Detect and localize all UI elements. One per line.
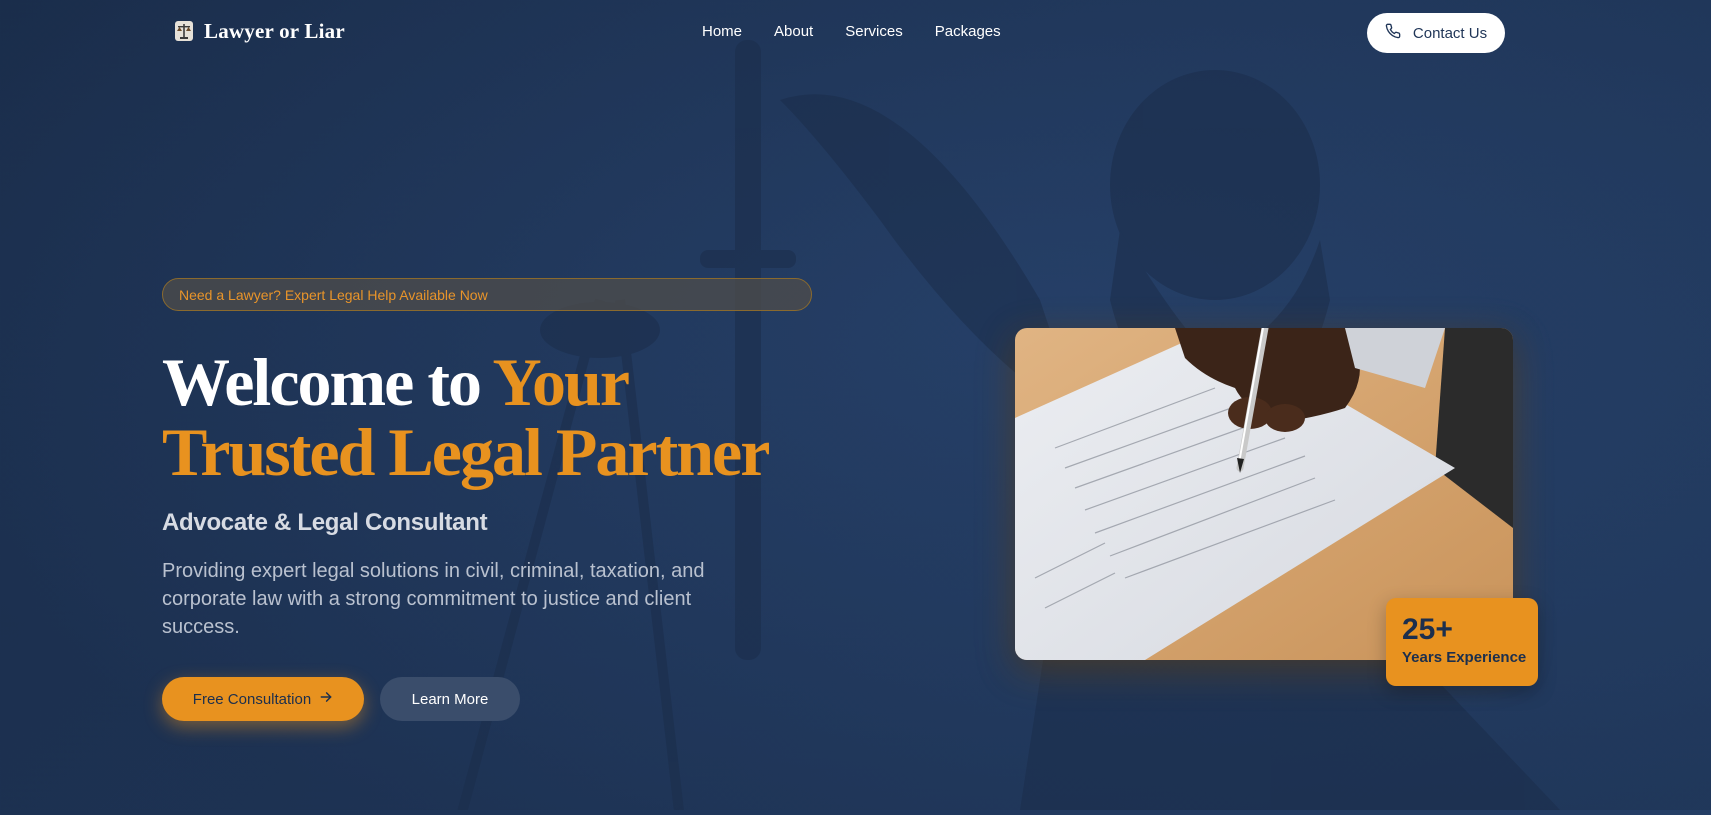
brand[interactable]: Lawyer or Liar bbox=[172, 18, 345, 44]
learn-more-label: Learn More bbox=[411, 690, 489, 708]
phone-icon bbox=[1385, 23, 1401, 43]
headline-your: Your bbox=[492, 344, 630, 420]
help-available-badge: Need a Lawyer? Expert Legal Help Availab… bbox=[162, 278, 812, 311]
hero-headline: Welcome to Your Trusted Legal Partner bbox=[162, 347, 822, 487]
learn-more-button[interactable]: Learn More bbox=[380, 677, 520, 721]
nav-item-packages[interactable]: Packages bbox=[935, 23, 1001, 40]
free-consultation-button[interactable]: Free Consultation bbox=[162, 677, 364, 721]
help-available-text: Need a Lawyer? Expert Legal Help Availab… bbox=[179, 286, 488, 303]
contact-us-button[interactable]: Contact Us bbox=[1367, 13, 1505, 53]
hero-content: Need a Lawyer? Expert Legal Help Availab… bbox=[162, 278, 822, 721]
experience-stat-badge: 25+ Years Experience bbox=[1386, 598, 1538, 686]
headline-trusted-legal-partner: Trusted Legal Partner bbox=[162, 414, 770, 490]
nav-item-services[interactable]: Services bbox=[845, 23, 903, 40]
headline-welcome: Welcome to bbox=[162, 344, 493, 420]
brand-name: Lawyer or Liar bbox=[204, 18, 345, 43]
top-navigation: Lawyer or Liar Home About Services Packa… bbox=[0, 0, 1711, 66]
main-menu: Home About Services Packages bbox=[702, 23, 1001, 40]
nav-item-about[interactable]: About bbox=[774, 23, 813, 40]
nav-item-home[interactable]: Home bbox=[702, 23, 742, 40]
hero-description: Providing expert legal solutions in civi… bbox=[162, 560, 705, 638]
contact-us-label: Contact Us bbox=[1412, 24, 1488, 42]
hero-subtitle: Advocate & Legal Consultant bbox=[162, 509, 488, 536]
arrow-right-icon bbox=[319, 690, 333, 708]
scales-of-justice-icon bbox=[172, 18, 196, 44]
free-consultation-label: Free Consultation bbox=[192, 690, 312, 708]
cta-row: Free Consultation Learn More bbox=[162, 677, 822, 721]
experience-years-value: 25+ bbox=[1402, 613, 1453, 646]
experience-years-label: Years Experience bbox=[1402, 649, 1527, 666]
